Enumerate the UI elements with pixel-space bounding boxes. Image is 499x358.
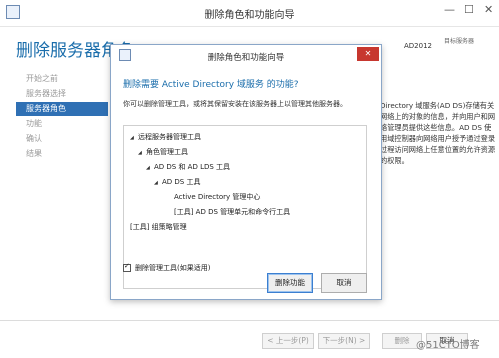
remove-features-dialog: 删除角色和功能向导 ✕ 删除需要 Active Directory 域服务 的功… xyxy=(110,44,382,300)
window-title: 删除角色和功能向导 xyxy=(204,10,295,21)
target-server-name: AD2012 xyxy=(404,42,432,50)
remove-features-button[interactable]: 删除功能 xyxy=(267,273,313,293)
remove-tools-option[interactable]: 删除管理工具(如果适用) xyxy=(123,257,210,276)
nav-item-features[interactable]: 功能 xyxy=(16,117,108,131)
tree-item-role-admin-tools[interactable]: ◢ 角色管理工具 xyxy=(138,147,188,158)
dialog-titlebar: 删除角色和功能向导 ✕ xyxy=(111,45,381,67)
tree-item-gpmc[interactable]: [工具] 组策略管理 xyxy=(130,222,187,233)
nav-item-before-you-begin[interactable]: 开始之前 xyxy=(16,72,108,86)
tree-item-adds-snapins[interactable]: [工具] AD DS 管理单元和命令行工具 xyxy=(174,207,290,218)
collapse-triangle-icon[interactable]: ◢ xyxy=(146,163,154,174)
tree-item-ad-admin-center[interactable]: Active Directory 管理中心 xyxy=(174,192,260,203)
minimize-icon[interactable]: — xyxy=(444,3,455,16)
nav-item-server-selection[interactable]: 服务器选择 xyxy=(16,87,108,101)
dialog-title: 删除角色和功能向导 xyxy=(207,53,285,63)
collapse-triangle-icon[interactable]: ◢ xyxy=(154,178,162,189)
tree-item-adds-adlds-tools[interactable]: ◢ AD DS 和 AD LDS 工具 xyxy=(146,162,230,173)
nav-item-results[interactable]: 结果 xyxy=(16,147,108,161)
collapse-triangle-icon[interactable]: ◢ xyxy=(130,133,138,144)
wizard-steps-nav: 开始之前 服务器选择 服务器角色 功能 确认 结果 xyxy=(16,72,108,162)
role-description: Directory 域服务(AD DS)存储有关网络上的对象的信息，并向用户和网… xyxy=(380,101,496,165)
remove-tools-checkbox-label: 删除管理工具(如果适用) xyxy=(135,263,211,272)
remove-tools-checkbox[interactable] xyxy=(123,262,131,272)
target-server-caption: 目标服务器 xyxy=(444,38,475,45)
collapse-triangle-icon[interactable]: ◢ xyxy=(138,148,146,159)
dialog-close-button[interactable]: ✕ xyxy=(357,47,379,61)
close-icon[interactable]: ✕ xyxy=(484,3,493,16)
maximize-icon[interactable]: ☐ xyxy=(464,3,474,16)
tree-item-rsat[interactable]: ◢ 远程服务器管理工具 xyxy=(130,132,201,143)
dialog-cancel-button[interactable]: 取消 xyxy=(321,273,367,293)
previous-button[interactable]: < 上一步(P) xyxy=(262,333,314,349)
watermark-text: @51CTO博客 xyxy=(416,340,480,351)
dialog-instruction: 你可以删除管理工具，或将其保留安装在该服务器上以管理其他服务器。 xyxy=(123,100,347,108)
next-button[interactable]: 下一步(N) > xyxy=(318,333,370,349)
nav-item-confirmation[interactable]: 确认 xyxy=(16,132,108,146)
outer-titlebar: 删除角色和功能向导 — ☐ ✕ xyxy=(0,0,499,27)
nav-item-server-roles[interactable]: 服务器角色 xyxy=(16,102,108,116)
tree-item-adds-tools[interactable]: ◢ AD DS 工具 xyxy=(154,177,200,188)
dialog-question: 删除需要 Active Directory 域服务 的功能? xyxy=(123,80,299,90)
